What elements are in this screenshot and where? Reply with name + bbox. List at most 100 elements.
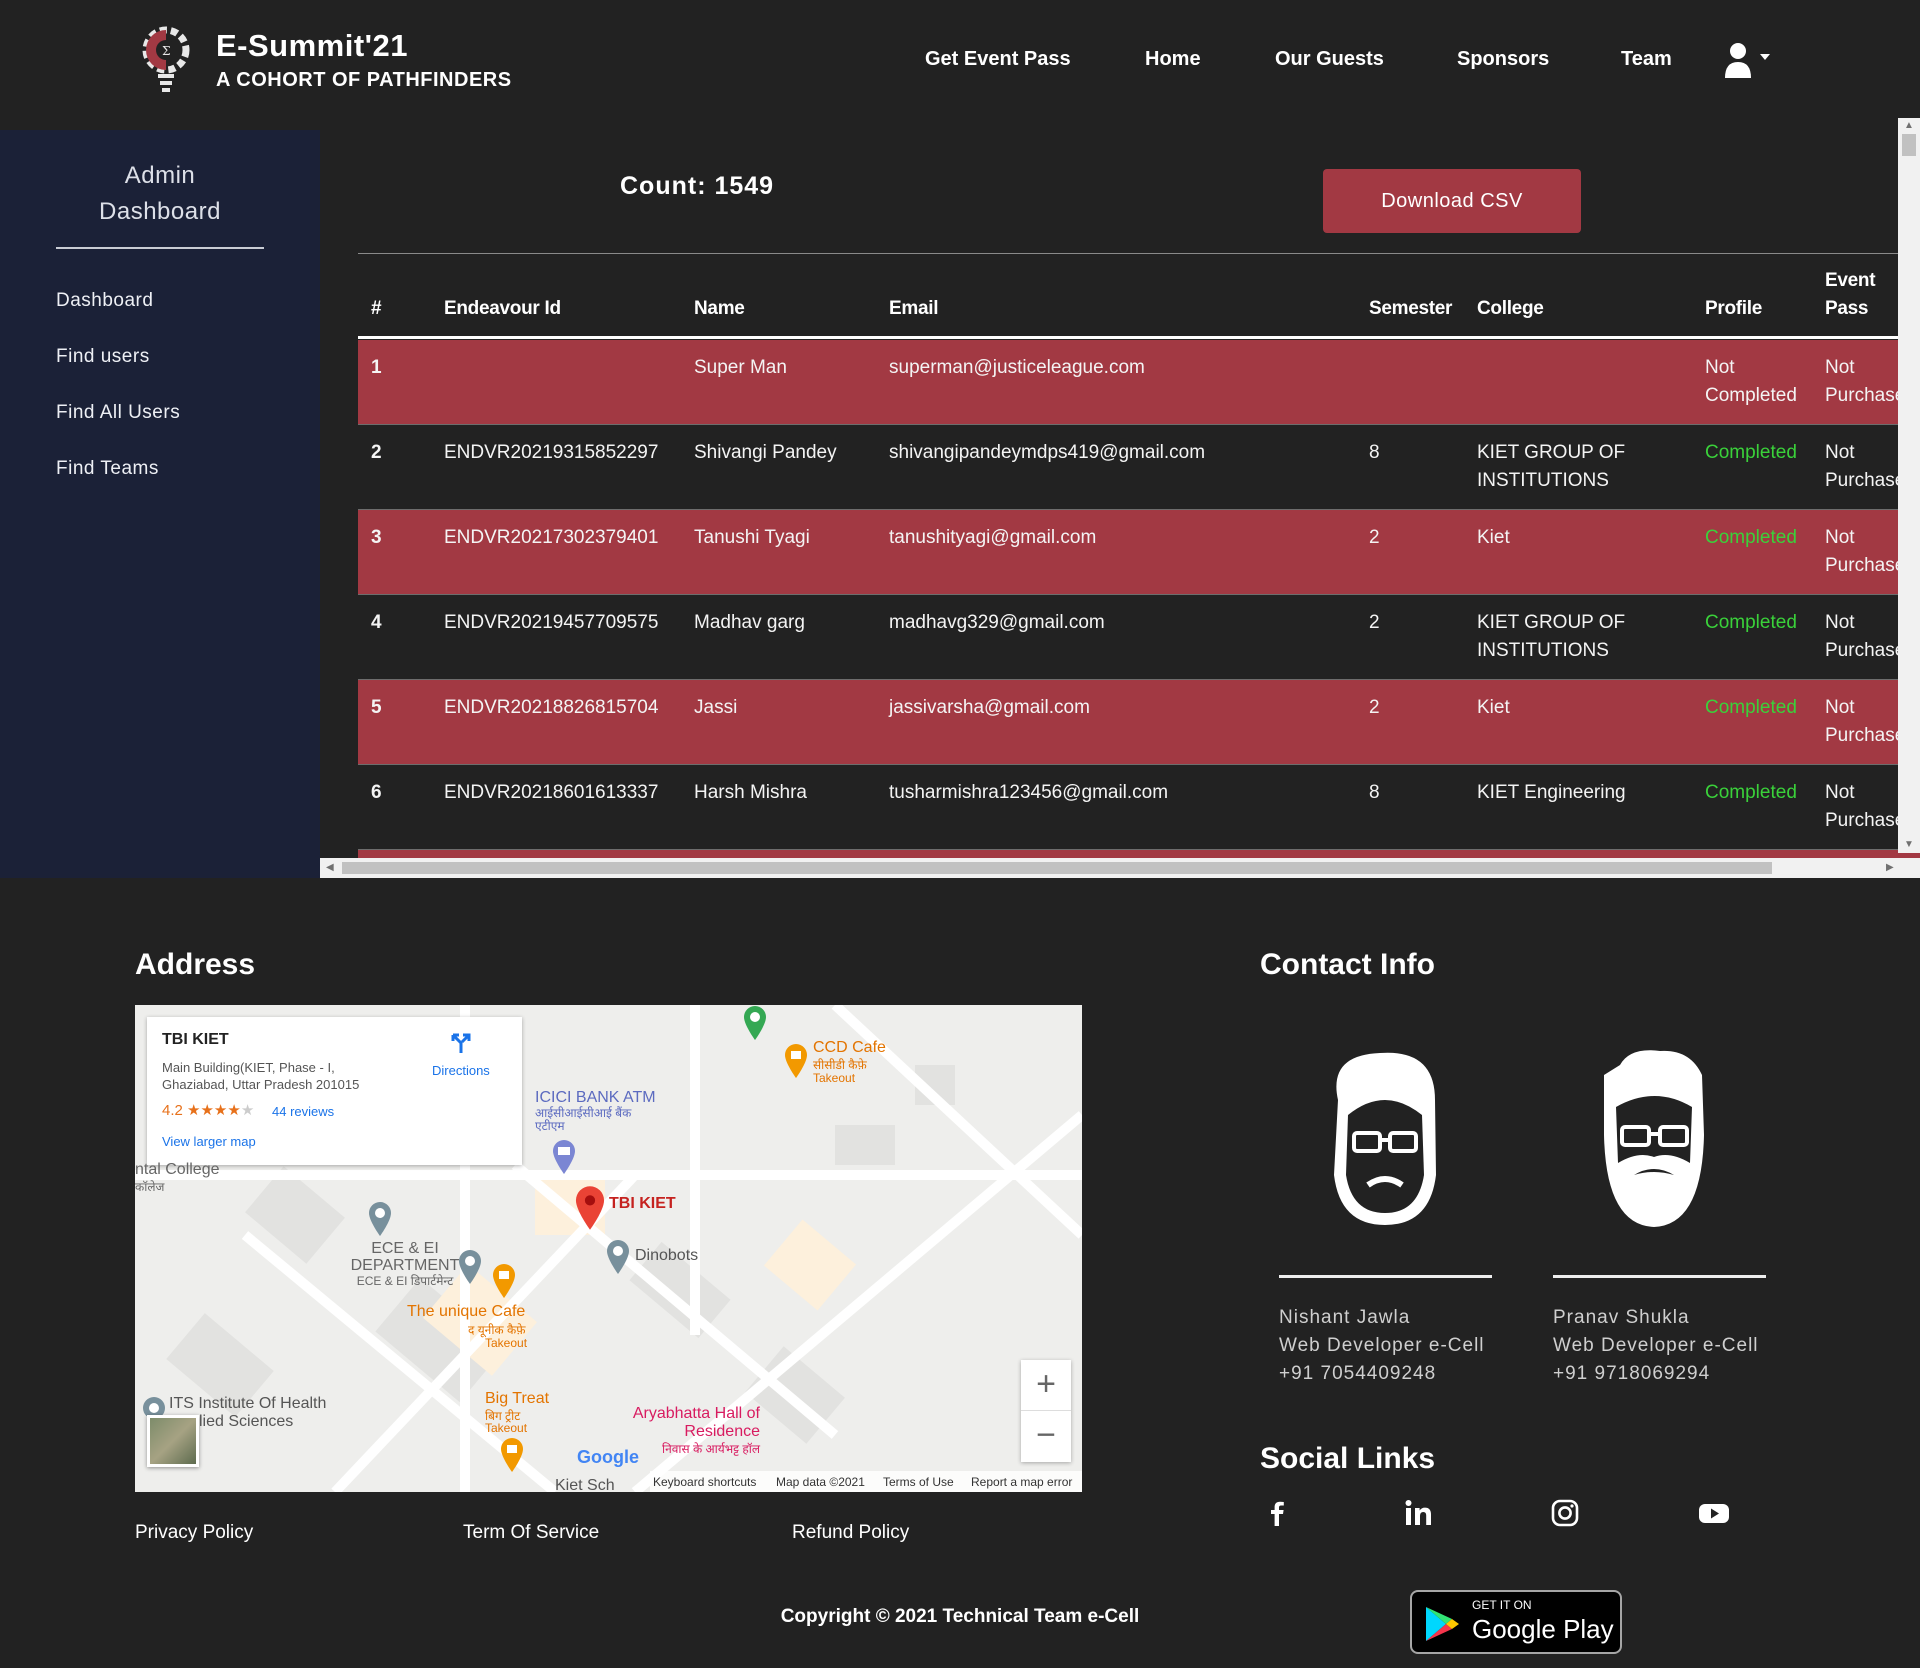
horizontal-scrollbar[interactable]: ◀ ▶ — [320, 858, 1920, 878]
table-top-border — [358, 253, 1920, 254]
map-label-icici-atm-hindi: आईसीआईसीआई बैंक एटीएम — [535, 1106, 632, 1133]
sidebar-item-dashboard[interactable]: Dashboard — [56, 290, 153, 312]
cell-email: shivangipandeymdps419@gmail.com — [889, 442, 1206, 463]
school-pin-icon[interactable] — [457, 1249, 483, 1285]
vertical-scrollbar[interactable]: ▲ ▼ — [1898, 118, 1920, 853]
report-map-error-link[interactable]: Report a map error — [971, 1475, 1072, 1489]
sidebar-item-find-teams[interactable]: Find Teams — [56, 458, 159, 480]
contact-role: Web Developer e-Cell — [1279, 1335, 1485, 1356]
cell-name: Tanushi Tyagi — [694, 527, 810, 548]
cell-endeavour-id: ENDVR20217302379401 — [444, 527, 659, 548]
sidebar-item-find-users[interactable]: Find users — [56, 346, 150, 368]
social-links-heading: Social Links — [1260, 1442, 1436, 1475]
refund-policy-link[interactable]: Refund Policy — [792, 1522, 909, 1544]
terms-of-service-link[interactable]: Term Of Service — [463, 1522, 599, 1544]
youtube-icon[interactable] — [1698, 1498, 1730, 1528]
nav-home[interactable]: Home — [1145, 48, 1201, 71]
view-larger-map-link[interactable]: View larger map — [162, 1134, 256, 1149]
park-pin-icon[interactable] — [742, 1005, 768, 1041]
unique-cafe-pin-icon[interactable] — [491, 1263, 517, 1299]
big-treat-pin-icon[interactable] — [499, 1437, 525, 1473]
google-play-badge[interactable]: GET IT ON Google Play — [1410, 1590, 1622, 1654]
contact-role: Web Developer e-Cell — [1553, 1335, 1759, 1356]
google-play-label: Google Play — [1472, 1614, 1614, 1644]
ece-department-pin-icon[interactable] — [367, 1201, 393, 1237]
google-play-get-it-on: GET IT ON — [1472, 1598, 1532, 1612]
zoom-in-button[interactable]: + — [1021, 1360, 1071, 1411]
map-label-dental-college: ntal College — [135, 1161, 220, 1178]
nav-get-event-pass[interactable]: Get Event Pass — [925, 48, 1071, 71]
contact-card-nishant: Nishant Jawla Web Developer e-Cell +91 7… — [1279, 1304, 1485, 1388]
user-icon[interactable] — [1724, 42, 1776, 78]
embedded-map[interactable]: TBI KIET Main Building(KIET, Phase - I, … — [135, 1005, 1082, 1492]
column-header-name: Name — [694, 298, 745, 319]
map-reviews-link[interactable]: 44 reviews — [272, 1104, 334, 1119]
map-label-icici-atm: ICICI BANK ATM — [535, 1089, 656, 1106]
facebook-icon[interactable] — [1262, 1498, 1292, 1528]
ccd-cafe-pin-icon[interactable] — [783, 1043, 809, 1079]
map-label-dental-college-hindi: कॉलेज — [135, 1180, 165, 1194]
map-label-ece-department-hindi: ECE & EI डिपार्टमेन्ट — [356, 1274, 454, 1288]
nav-team[interactable]: Team — [1621, 48, 1672, 71]
sidebar-item-find-all-users[interactable]: Find All Users — [56, 402, 180, 424]
map-place-card: TBI KIET Main Building(KIET, Phase - I, … — [147, 1017, 522, 1165]
directions-link[interactable]: Directions — [432, 1063, 490, 1078]
cell-name: Jassi — [694, 697, 738, 718]
nav-sponsors[interactable]: Sponsors — [1457, 48, 1549, 71]
keyboard-shortcuts-link[interactable]: Keyboard shortcuts — [653, 1475, 756, 1489]
map-label-tbi-kiet: TBI KIET — [609, 1195, 676, 1212]
download-csv-button[interactable]: Download CSV — [1323, 169, 1581, 233]
horizontal-scroll-thumb[interactable] — [342, 862, 1772, 874]
cell-name: Super Man — [694, 357, 787, 378]
cell-profile: Completed — [1705, 697, 1797, 718]
contact-phone[interactable]: +91 7054409248 — [1279, 1360, 1485, 1388]
map-address-line2: Ghaziabad, Uttar Pradesh 201015 — [162, 1077, 360, 1092]
copyright-text: Copyright © 2021 Technical Team e-Cell — [780, 1606, 1140, 1627]
cell-number: 2 — [371, 442, 382, 463]
atm-pin-icon[interactable] — [551, 1139, 577, 1175]
column-header-endeavour-id: Endeavour Id — [444, 298, 561, 319]
site-header: Σ E-Summit'21 A COHORT OF PATHFINDERS Ge… — [0, 0, 1920, 130]
cell-endeavour-id: ENDVR20219457709575 — [444, 612, 659, 633]
map-label-ccd-cafe: CCD Cafe — [813, 1039, 886, 1056]
column-header-semester: Semester — [1369, 298, 1453, 319]
scroll-up-arrow[interactable]: ▲ — [1904, 120, 1914, 131]
scroll-left-arrow[interactable]: ◀ — [326, 862, 334, 873]
tbi-kiet-location-pin-icon[interactable] — [573, 1185, 607, 1231]
cell-email: tanushityagi@gmail.com — [889, 527, 1097, 548]
brand-title[interactable]: E-Summit'21 — [216, 28, 408, 64]
instagram-icon[interactable] — [1550, 1498, 1580, 1528]
map-label-aryabhatta-hall-hindi: निवास के आर्यभट्ट हॉल — [661, 1442, 760, 1456]
cell-college: Kiet — [1477, 697, 1510, 718]
user-count: Count: 1549 — [620, 172, 775, 200]
map-rating: 4.2 ★★★★★ — [162, 1101, 254, 1119]
map-place-name: TBI KIET — [162, 1031, 229, 1048]
directions-icon[interactable] — [449, 1031, 473, 1055]
esummit-logo-icon[interactable]: Σ — [140, 24, 192, 94]
scroll-down-arrow[interactable]: ▼ — [1904, 839, 1914, 850]
privacy-policy-link[interactable]: Privacy Policy — [135, 1522, 253, 1544]
nav-our-guests[interactable]: Our Guests — [1275, 48, 1384, 71]
sidebar-title-text: Admin Dashboard — [99, 162, 221, 225]
cell-endeavour-id: ENDVR20218601613337 — [444, 782, 659, 803]
map-rating-empty-star: ★ — [240, 1102, 255, 1119]
table-row: 4 ENDVR20219457709575 Madhav garg madhavg32… — [358, 595, 1920, 680]
table-row: 6 ENDVR20218601613337 Harsh Mishra tusharmi… — [358, 765, 1920, 850]
cell-college: Kiet — [1477, 527, 1510, 548]
cell-semester: 8 — [1369, 442, 1380, 463]
linkedin-icon[interactable] — [1404, 1498, 1434, 1528]
satellite-view-toggle[interactable] — [147, 1415, 199, 1467]
cell-endeavour-id: ENDVR20219315852297 — [444, 442, 659, 463]
cell-profile: Completed — [1705, 442, 1797, 463]
dinobots-pin-icon[interactable] — [605, 1239, 631, 1275]
map-terms-link[interactable]: Terms of Use — [883, 1475, 954, 1489]
sidebar-divider — [56, 247, 264, 249]
scroll-right-arrow[interactable]: ▶ — [1886, 862, 1894, 873]
contact-phone[interactable]: +91 9718069294 — [1553, 1360, 1759, 1388]
table-row: 1 Super Man superman@justiceleague.com Not … — [358, 340, 1920, 425]
vertical-scroll-thumb[interactable] — [1902, 134, 1916, 156]
map-data-credit: Map data ©2021 — [776, 1475, 865, 1489]
cell-college: KIET GROUP OF INSTITUTIONS — [1477, 442, 1626, 491]
zoom-out-button[interactable]: − — [1021, 1411, 1071, 1462]
column-header-event-pass: Event Pass — [1825, 270, 1876, 319]
